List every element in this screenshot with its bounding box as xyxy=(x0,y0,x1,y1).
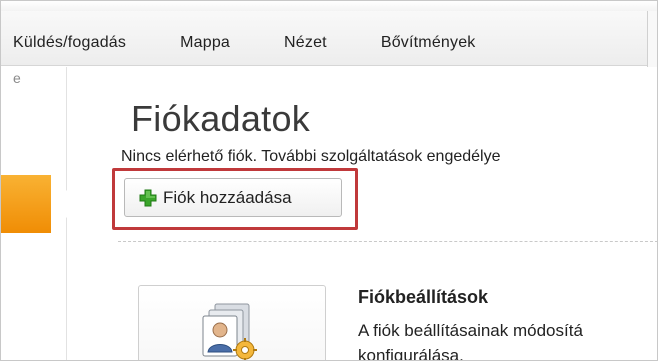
account-settings-button[interactable] xyxy=(138,285,326,360)
sidebar-item-label[interactable]: e xyxy=(13,70,21,86)
page-title: Fiókadatok xyxy=(131,98,311,139)
account-settings-icon xyxy=(197,300,259,360)
no-account-message: Nincs elérhető fiók. További szolgáltatá… xyxy=(121,148,501,165)
ribbon-tabs: Küldés/fogadás Mappa Nézet Bővítmények xyxy=(13,29,476,57)
tab-add-ins[interactable]: Bővítmények xyxy=(381,34,476,52)
account-settings-description-line: A fiók beállításainak módosítá xyxy=(358,321,583,340)
tab-folder[interactable]: Mappa xyxy=(180,34,230,52)
sidebar-item-info-selected[interactable] xyxy=(1,175,51,233)
sidebar-selection-notch xyxy=(51,190,67,218)
plus-icon xyxy=(139,189,157,207)
add-account-button[interactable]: Fiók hozzáadása xyxy=(124,178,342,217)
add-account-label: Fiók hozzáadása xyxy=(163,187,292,207)
account-settings-description: A fiók beállításainak módosítá konfigurá… xyxy=(358,318,657,361)
outlook-backstage-window: Küldés/fogadás Mappa Nézet Bővítmények e… xyxy=(0,0,658,361)
account-settings-title: Fiókbeállítások xyxy=(358,287,489,307)
account-settings-description-line: konfigurálása. xyxy=(358,346,464,361)
ribbon-right-edge xyxy=(647,11,657,67)
tab-send-receive[interactable]: Küldés/fogadás xyxy=(13,34,126,52)
ribbon-tab-bar: Küldés/fogadás Mappa Nézet Bővítmények xyxy=(1,1,657,67)
ribbon-top-strip xyxy=(1,1,657,11)
tab-view[interactable]: Nézet xyxy=(284,34,327,52)
section-divider xyxy=(118,241,657,242)
